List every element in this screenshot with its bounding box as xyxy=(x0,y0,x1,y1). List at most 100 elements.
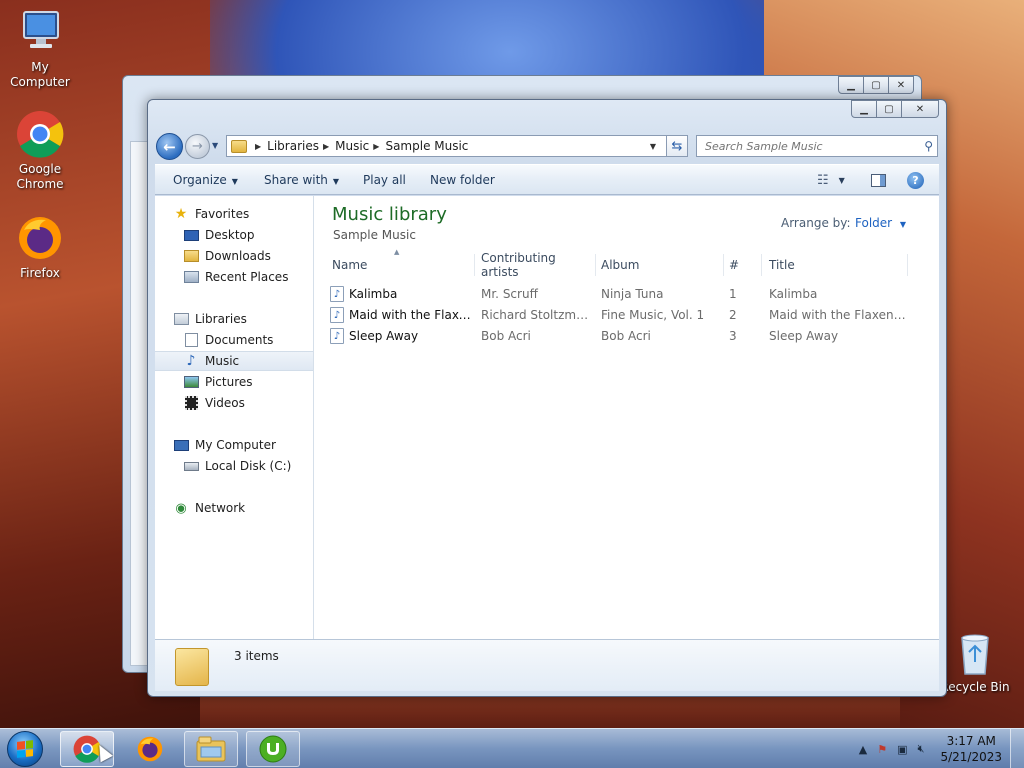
desktop-icon-google-chrome[interactable]: Google Chrome xyxy=(0,110,80,192)
organize-button[interactable]: Organize ▼ xyxy=(173,173,238,187)
action-center-icon[interactable]: ⚑ xyxy=(877,743,887,756)
clock-date: 5/21/2023 xyxy=(940,750,1002,764)
explorer-window[interactable]: ▁ ▢ ✕ ← → ▼ ▶ Libraries ▶ Music ▶ Sample… xyxy=(147,99,947,697)
close-icon: ✕ xyxy=(915,103,925,115)
caret-down-icon: ▼ xyxy=(231,177,238,186)
breadcrumb-music[interactable]: Music xyxy=(335,139,369,153)
nav-item-my-computer[interactable]: My Computer xyxy=(173,435,331,455)
help-button[interactable]: ? xyxy=(907,169,924,191)
maximize-button[interactable]: ▢ xyxy=(876,100,902,118)
libraries-icon xyxy=(173,312,189,327)
arrange-by-value: Folder xyxy=(855,216,893,230)
search-box[interactable]: ⚲ xyxy=(696,135,938,157)
breadcrumb-libraries[interactable]: Libraries xyxy=(267,139,319,153)
cell-album: Bob Acri xyxy=(601,329,651,343)
caret-down-icon: ▼ xyxy=(899,220,907,229)
column-label: Contributing artists xyxy=(481,251,556,279)
videos-icon xyxy=(183,396,199,411)
minimize-button[interactable]: ▁ xyxy=(851,100,877,118)
windows-logo-icon xyxy=(17,740,33,758)
show-desktop-button[interactable] xyxy=(1010,729,1024,768)
nav-item-favorites[interactable]: ★ Favorites xyxy=(173,204,331,224)
column-header-title[interactable]: Title xyxy=(765,254,908,276)
chevron-right-icon[interactable]: ▶ xyxy=(323,142,329,151)
computer-icon xyxy=(16,8,64,56)
taskbar-explorer-button[interactable] xyxy=(184,731,238,767)
drive-icon xyxy=(183,459,199,474)
arrow-right-icon: → xyxy=(192,139,203,154)
view-list-icon: ☷ xyxy=(817,172,829,188)
new-folder-button[interactable]: New folder xyxy=(430,173,495,187)
system-tray: ▲ ⚑ ▣ 🔇︎ 3:17 AM 5/21/2023 xyxy=(859,729,1024,768)
cell-title: Sleep Away xyxy=(769,329,839,343)
cell-title: Maid with the Flaxen H... xyxy=(769,308,909,322)
column-label: # xyxy=(729,258,740,272)
nav-item-music[interactable]: ♪ Music xyxy=(155,351,313,371)
desktop-icon-recycle-bin[interactable]: Recycle Bin xyxy=(935,632,1015,695)
desktop-icon-label: Google Chrome xyxy=(16,162,64,191)
view-options-button[interactable]: ☷ ▼ xyxy=(817,169,845,191)
forward-button[interactable]: → xyxy=(185,134,210,159)
cell-name: Sleep Away xyxy=(349,329,419,343)
nav-label: Desktop xyxy=(205,228,255,242)
item-count: 3 items xyxy=(234,649,279,663)
recycle-bin-icon xyxy=(955,632,995,676)
column-header-contributing-artists[interactable]: Contributing artists xyxy=(477,251,596,279)
navigation-row: ← → ▼ ▶ Libraries ▶ Music ▶ Sample Music… xyxy=(156,133,940,160)
cell-title: Kalimba xyxy=(769,287,818,301)
table-row[interactable]: ♪ Sleep Away Bob Acri Bob Acri 3 Sleep A… xyxy=(328,326,926,346)
nav-label: Network xyxy=(195,501,246,515)
address-bar[interactable]: ▶ Libraries ▶ Music ▶ Sample Music ▼ xyxy=(226,135,688,157)
chevron-down-icon[interactable]: ▼ xyxy=(645,142,661,151)
search-input[interactable] xyxy=(705,139,910,153)
file-list-area[interactable]: Music library Sample Music Arrange by: F… xyxy=(314,196,939,639)
column-header-name[interactable]: Name ▲ xyxy=(328,248,475,276)
recent-pages-dropdown[interactable]: ▼ xyxy=(212,141,218,150)
nav-label: Recent Places xyxy=(205,270,289,284)
play-all-button[interactable]: Play all xyxy=(363,173,406,187)
computer-icon xyxy=(173,438,189,453)
clock[interactable]: 3:17 AM 5/21/2023 xyxy=(940,733,1002,765)
audio-file-icon: ♪ xyxy=(330,307,344,323)
desktop-icon-my-computer[interactable]: My Computer xyxy=(0,8,80,90)
network-status-icon[interactable]: ▣ xyxy=(897,743,907,756)
audio-file-icon: ♪ xyxy=(330,328,344,344)
chevron-right-icon[interactable]: ▶ xyxy=(255,142,261,151)
desktop-icon xyxy=(183,228,199,243)
nav-label: Favorites xyxy=(195,207,250,221)
close-button[interactable]: ✕ xyxy=(901,100,939,118)
breadcrumb-sample-music[interactable]: Sample Music xyxy=(385,139,468,153)
table-row[interactable]: ♪ Kalimba Mr. Scruff Ninja Tuna 1 Kalimb… xyxy=(328,284,926,304)
desktop-icon-firefox[interactable]: Firefox xyxy=(0,214,80,281)
taskbar-firefox-button[interactable] xyxy=(123,731,177,767)
arrange-by-label: Arrange by: xyxy=(781,216,851,230)
nav-item-libraries[interactable]: Libraries xyxy=(173,309,331,329)
table-row[interactable]: ♪ Maid with the Flaxe... Richard Stoltzm… xyxy=(328,305,926,325)
start-button[interactable] xyxy=(7,731,43,767)
cell-number: 3 xyxy=(729,329,737,343)
pictures-icon xyxy=(183,375,199,390)
maximize-icon[interactable]: ▢ xyxy=(863,76,889,94)
minimize-icon[interactable]: ▁ xyxy=(838,76,864,94)
nav-label: Libraries xyxy=(195,312,247,326)
cell-artist: Bob Acri xyxy=(481,329,531,343)
nav-item-network[interactable]: ◉ Network xyxy=(173,498,331,518)
clock-time: 3:17 AM xyxy=(946,734,996,748)
volume-muted-icon[interactable]: 🔇︎ xyxy=(918,742,925,756)
chevron-right-icon[interactable]: ▶ xyxy=(373,142,379,151)
close-icon[interactable]: ✕ xyxy=(888,76,914,94)
preview-pane-button[interactable] xyxy=(871,169,886,191)
taskbar-utorrent-button[interactable] xyxy=(246,731,300,767)
command-bar: Organize ▼ Share with ▼ Play all New folde… xyxy=(155,164,939,195)
column-header-number[interactable]: # xyxy=(725,254,762,276)
show-hidden-icons-icon[interactable]: ▲ xyxy=(859,743,867,756)
refresh-button[interactable]: ⇆ xyxy=(666,135,688,157)
back-button[interactable]: ← xyxy=(156,133,183,160)
search-icon[interactable]: ⚲ xyxy=(924,139,933,153)
column-header-album[interactable]: Album xyxy=(597,254,724,276)
cell-name: Kalimba xyxy=(349,287,398,301)
arrange-by-dropdown[interactable]: Folder ▼ xyxy=(855,216,906,230)
details-pane: 3 items xyxy=(155,639,939,691)
share-with-button[interactable]: Share with ▼ xyxy=(264,173,339,187)
cell-artist: Richard Stoltzman... xyxy=(481,308,595,322)
